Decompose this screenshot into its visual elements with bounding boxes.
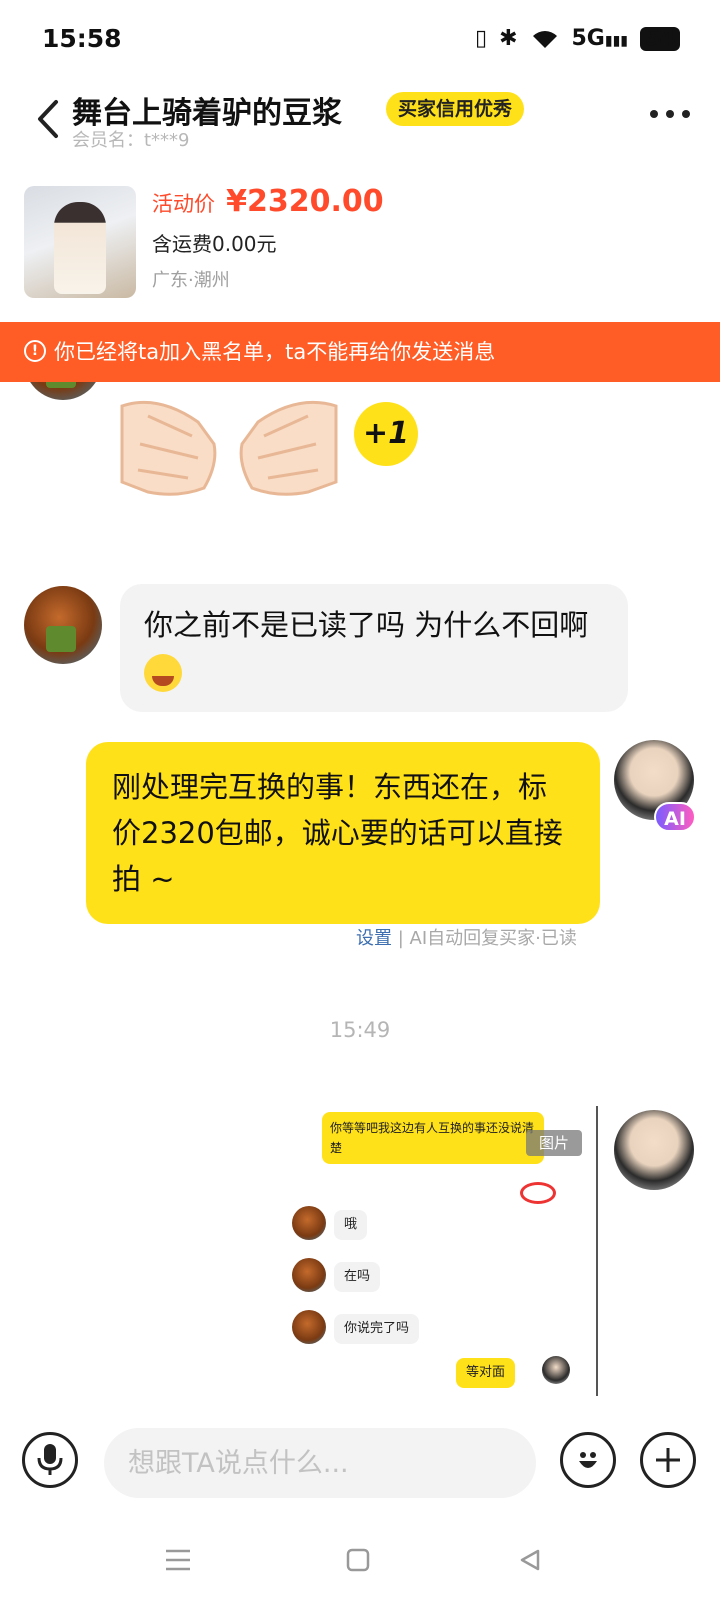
menu-nav-button[interactable] (158, 1540, 198, 1580)
seller-avatar[interactable] (614, 1110, 694, 1190)
voice-button[interactable] (22, 1432, 78, 1488)
signal-icon: 5G▮▮▮ (571, 26, 629, 51)
seller-message-text: 刚处理完互换的事！东西还在，标价2320包邮，诚心要的话可以直接拍 ~ (112, 770, 563, 896)
plus-one-badge: +1 (354, 402, 418, 466)
smiley-icon (579, 1452, 597, 1468)
message-input[interactable] (104, 1428, 536, 1498)
back-arrow-icon[interactable] (30, 96, 66, 142)
shot-message: 你说完了吗 (334, 1314, 420, 1344)
shipping-info: 含运费0.00元 (152, 232, 277, 256)
price-label: 活动价 (152, 192, 215, 216)
home-nav-button[interactable] (338, 1540, 378, 1580)
settings-link[interactable]: 设置 (356, 928, 392, 949)
seller-message[interactable]: 刚处理完互换的事！东西还在，标价2320包邮，诚心要的话可以直接拍 ~ (86, 742, 600, 924)
vibrate-icon: ▯ (474, 26, 488, 51)
blacklist-banner: ! 你已经将ta加入黑名单，ta不能再给你发送消息 (0, 322, 720, 382)
status-bar: 15:58 ▯ ✱ 5G▮▮▮ 54 (0, 0, 720, 82)
shot-divider (596, 1106, 598, 1396)
product-card[interactable]: 活动价 ¥2320.00 含运费0.00元 广东·潮州 (0, 180, 720, 310)
clap-hands-sticker (120, 400, 338, 496)
chat-header: 舞台上骑着驴的豆浆 买家信用优秀 会员名：t***9 (0, 82, 720, 162)
status-time: 15:58 (42, 24, 122, 53)
more-options-icon[interactable] (650, 110, 690, 118)
shot-message: 哦 (334, 1210, 368, 1240)
battery-icon: 54 (640, 26, 680, 51)
read-status-text: | AI自动回复买家·已读 (392, 928, 577, 949)
credit-badge: 买家信用优秀 (386, 92, 525, 126)
status-icons: ▯ ✱ 5G▮▮▮ 54 (475, 26, 680, 51)
more-actions-button[interactable] (640, 1432, 696, 1488)
price-value: ¥2320.00 (226, 184, 384, 219)
microphone-icon (37, 1444, 63, 1475)
system-nav-bar (0, 1534, 720, 1584)
plus-icon (656, 1448, 680, 1472)
product-location: 广东·潮州 (152, 270, 230, 291)
ai-badge: AI (654, 802, 696, 832)
back-nav-button[interactable] (510, 1540, 550, 1580)
shot-avatar (292, 1206, 326, 1240)
bluetooth-icon: ✱ (499, 26, 518, 51)
alert-icon: ! (24, 340, 46, 362)
image-tag: 图片 (526, 1130, 582, 1156)
product-image[interactable] (24, 186, 136, 298)
price-line: 活动价 ¥2320.00 (152, 184, 384, 219)
shot-message-yellow: 等对面 (456, 1358, 516, 1388)
member-name: 会员名：t***9 (72, 130, 190, 151)
emoji-button[interactable] (560, 1432, 616, 1488)
wifi-icon (532, 30, 557, 48)
menu-icon (166, 1549, 190, 1571)
buyer-message-text: 你之前不是已读了吗 为什么不回啊 (144, 608, 589, 642)
shot-message: 在吗 (334, 1262, 381, 1292)
shot-avatar (292, 1310, 326, 1344)
buyer-message[interactable]: 你之前不是已读了吗 为什么不回啊 (120, 584, 628, 712)
shot-avatar (542, 1356, 570, 1384)
buyer-avatar[interactable] (24, 586, 102, 664)
back-triangle-icon (520, 1549, 540, 1571)
banner-text: 你已经将ta加入黑名单，ta不能再给你发送消息 (54, 340, 496, 364)
input-bar (0, 1418, 720, 1508)
red-circle-mark (520, 1182, 556, 1204)
home-square-icon (346, 1548, 370, 1572)
message-timestamp: 15:49 (329, 1018, 391, 1042)
shot-yellow-message: 你等等吧我这边有人互换的事还没说清楚 (322, 1112, 544, 1164)
image-message[interactable]: 你等等吧我这边有人互换的事还没说清楚 图片 哦 在吗 你说完了吗 等对面 (290, 1106, 600, 1396)
shot-avatar (292, 1258, 326, 1292)
crying-emoji-icon (144, 654, 182, 692)
read-status: 设置 | AI自动回复买家·已读 (356, 924, 577, 950)
